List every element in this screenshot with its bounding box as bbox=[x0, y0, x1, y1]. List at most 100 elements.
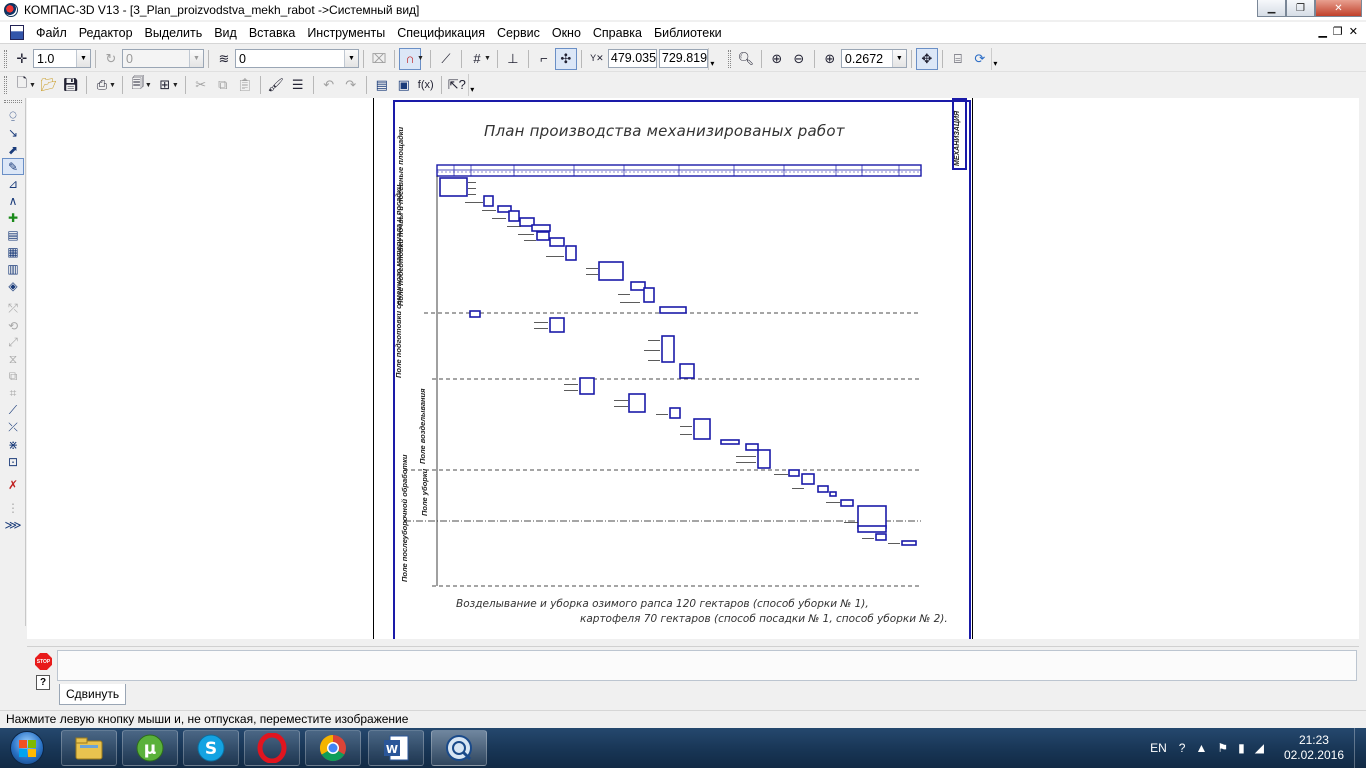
toolbar-grip[interactable] bbox=[4, 49, 7, 68]
toolbar-overflow-icon[interactable]: ▾ bbox=[990, 47, 999, 70]
save-icon[interactable]: 💾︎ bbox=[60, 74, 82, 96]
report-icon[interactable]: ▦ bbox=[2, 243, 24, 260]
minimize-button[interactable]: ▁ bbox=[1257, 0, 1286, 17]
round-off-icon[interactable]: ✣ bbox=[554, 47, 577, 70]
trim-icon[interactable]: ⟋ bbox=[2, 402, 24, 419]
vertical-scrollbar[interactable] bbox=[1359, 98, 1366, 639]
scale-icon: ⤢ bbox=[8, 335, 18, 349]
help-icon[interactable]: ? bbox=[36, 675, 50, 690]
properties-list-icon[interactable]: ☰ bbox=[287, 74, 309, 96]
zone-label-2: Поле подготовки семенного материала и по… bbox=[394, 184, 403, 378]
menu-file[interactable]: Файл bbox=[30, 23, 73, 43]
edit-icon[interactable]: ✎ bbox=[2, 158, 24, 175]
taskbar-chrome[interactable] bbox=[305, 730, 361, 766]
style-combo[interactable]: 0 ▼ bbox=[235, 49, 359, 68]
show-hidden-icons-icon[interactable]: ▲ bbox=[1195, 741, 1207, 755]
menu-tools[interactable]: Инструменты bbox=[301, 23, 391, 43]
document-icon[interactable] bbox=[10, 25, 24, 40]
zoom-combo[interactable]: 0.2672 ▼ bbox=[840, 49, 907, 68]
taskbar-utorrent[interactable]: µ bbox=[122, 730, 178, 766]
tab-pan[interactable]: Сдвинуть bbox=[59, 684, 127, 705]
restore-icon: ❐ bbox=[1296, 2, 1305, 14]
toolbar-overflow-icon[interactable]: ▾ bbox=[707, 47, 716, 70]
show-all-icon[interactable]: ⌸ bbox=[947, 48, 969, 70]
step-combo[interactable]: 1.0 ▼ bbox=[33, 49, 91, 68]
geometry-icon[interactable]: ⍜ bbox=[2, 107, 24, 124]
variables-icon[interactable]: f(x) bbox=[415, 74, 437, 96]
local-cs-icon[interactable]: ⊥ bbox=[502, 48, 524, 70]
taskbar-kompas[interactable] bbox=[431, 730, 487, 766]
select-icon[interactable]: ✚ bbox=[2, 209, 24, 226]
menu-libraries[interactable]: Библиотеки bbox=[648, 23, 728, 43]
cursor-step-icon[interactable]: ✛ bbox=[11, 48, 33, 70]
menu-help[interactable]: Справка bbox=[587, 23, 648, 43]
angle-icon: ↻ bbox=[105, 50, 117, 66]
measure-icon[interactable]: ∧ bbox=[2, 192, 24, 209]
help-tray-icon[interactable]: ? bbox=[1179, 741, 1186, 755]
toolbar-overflow-icon[interactable]: ▾ bbox=[467, 74, 476, 96]
menu-window[interactable]: Окно bbox=[546, 23, 587, 43]
stop-command-icon[interactable]: STOP bbox=[35, 653, 52, 670]
doc-close-icon[interactable]: ✕ bbox=[1349, 25, 1358, 38]
network-icon[interactable]: ▮ bbox=[1238, 741, 1245, 755]
zoom-window-icon[interactable]: 🔍︎ bbox=[735, 48, 757, 70]
volume-icon[interactable]: ◢ bbox=[1255, 741, 1264, 755]
insert-icon[interactable]: ▥ bbox=[2, 260, 24, 277]
taskbar-word[interactable]: W bbox=[368, 730, 424, 766]
toolbar-grip[interactable] bbox=[4, 76, 7, 94]
menu-service[interactable]: Сервис bbox=[491, 23, 546, 43]
context-help-icon[interactable]: ⇱? bbox=[446, 74, 468, 96]
undo-icon: ↶ bbox=[323, 77, 335, 92]
folder-icon bbox=[75, 737, 103, 760]
delete-icon[interactable]: ✗ bbox=[2, 476, 24, 493]
pan-icon[interactable]: ✥ bbox=[915, 47, 938, 70]
taskbar-opera[interactable] bbox=[244, 730, 300, 766]
coord-y-field[interactable]: 729.819 bbox=[658, 49, 708, 68]
layers-icon[interactable]: ≋ bbox=[213, 48, 235, 70]
format-brush-icon[interactable]: 🖌︎ bbox=[265, 74, 287, 96]
gantt-drawing bbox=[404, 164, 922, 587]
menu-insert[interactable]: Вставка bbox=[243, 23, 301, 43]
split-icon[interactable]: ⋇ bbox=[2, 436, 24, 453]
action-center-icon[interactable]: ⚑ bbox=[1217, 741, 1228, 755]
taskbar-explorer[interactable] bbox=[61, 730, 117, 766]
deform-icon: ⌗ bbox=[9, 386, 17, 400]
designations-icon[interactable]: ⬈ bbox=[2, 141, 24, 158]
manager-icon[interactable]: ▤ bbox=[371, 74, 393, 96]
zoom-scale-icon[interactable]: ⊕ bbox=[819, 48, 841, 70]
spec-icon[interactable]: ▤ bbox=[2, 226, 24, 243]
maximize-button[interactable]: ❐ bbox=[1286, 0, 1315, 17]
menu-specification[interactable]: Спецификация bbox=[391, 23, 491, 43]
taskbar-skype[interactable]: S bbox=[183, 730, 239, 766]
coord-x-field[interactable]: 479.035 bbox=[607, 49, 657, 68]
fragments-icon[interactable]: ◈ bbox=[2, 277, 24, 294]
refresh-view-icon[interactable]: ⟳ bbox=[969, 48, 991, 70]
start-button[interactable] bbox=[4, 729, 50, 767]
align-icon[interactable]: ⋙ bbox=[2, 516, 24, 533]
system-tray: EN ? ▲ ⚑ ▮ ◢ 21:23 02.02.2016 bbox=[1150, 728, 1354, 768]
ortho-mode-icon[interactable]: ⌐ bbox=[533, 48, 555, 70]
menu-editor[interactable]: Редактор bbox=[73, 23, 139, 43]
dimensions-icon[interactable]: ↘ bbox=[2, 124, 24, 141]
menu-view[interactable]: Вид bbox=[208, 23, 243, 43]
local-snap-icon[interactable]: ⟋ bbox=[435, 48, 457, 70]
zoom-in-icon[interactable]: ⊕ bbox=[766, 48, 788, 70]
language-indicator[interactable]: EN bbox=[1150, 741, 1167, 755]
close-button[interactable]: ✕ bbox=[1315, 0, 1362, 17]
break-icon[interactable]: ⤫ bbox=[2, 419, 24, 436]
doc-restore-icon[interactable]: ❐ bbox=[1333, 25, 1343, 38]
menu-select[interactable]: Выделить bbox=[139, 23, 209, 43]
doc-minimize-icon[interactable]: ▁ bbox=[1318, 25, 1326, 38]
current-state-toolbar: ✛ 1.0 ▼ ↻ 0 ▼ ≋ 0 ▼ ⌧ ∩ ▼ ⟋ # ▼ ⊥ ⌐ ✣ Y✕ 479.… bbox=[0, 46, 1366, 72]
toolbar-grip[interactable] bbox=[727, 49, 731, 68]
redo-icon: ↷ bbox=[345, 77, 357, 92]
show-desktop-button[interactable] bbox=[1354, 728, 1366, 768]
parametrization-icon[interactable]: ⊿ bbox=[2, 175, 24, 192]
word-icon: W bbox=[384, 735, 409, 761]
drawing-canvas[interactable]: План производства механизированых работ … bbox=[27, 98, 1359, 639]
clock[interactable]: 21:23 02.02.2016 bbox=[1284, 733, 1344, 763]
zoom-out-icon[interactable]: ⊖ bbox=[788, 48, 810, 70]
library-manager-icon[interactable]: ▣ bbox=[393, 74, 415, 96]
clip-icon[interactable]: ⊡ bbox=[2, 453, 24, 470]
open-folder-icon[interactable]: 📂︎ bbox=[38, 74, 60, 96]
